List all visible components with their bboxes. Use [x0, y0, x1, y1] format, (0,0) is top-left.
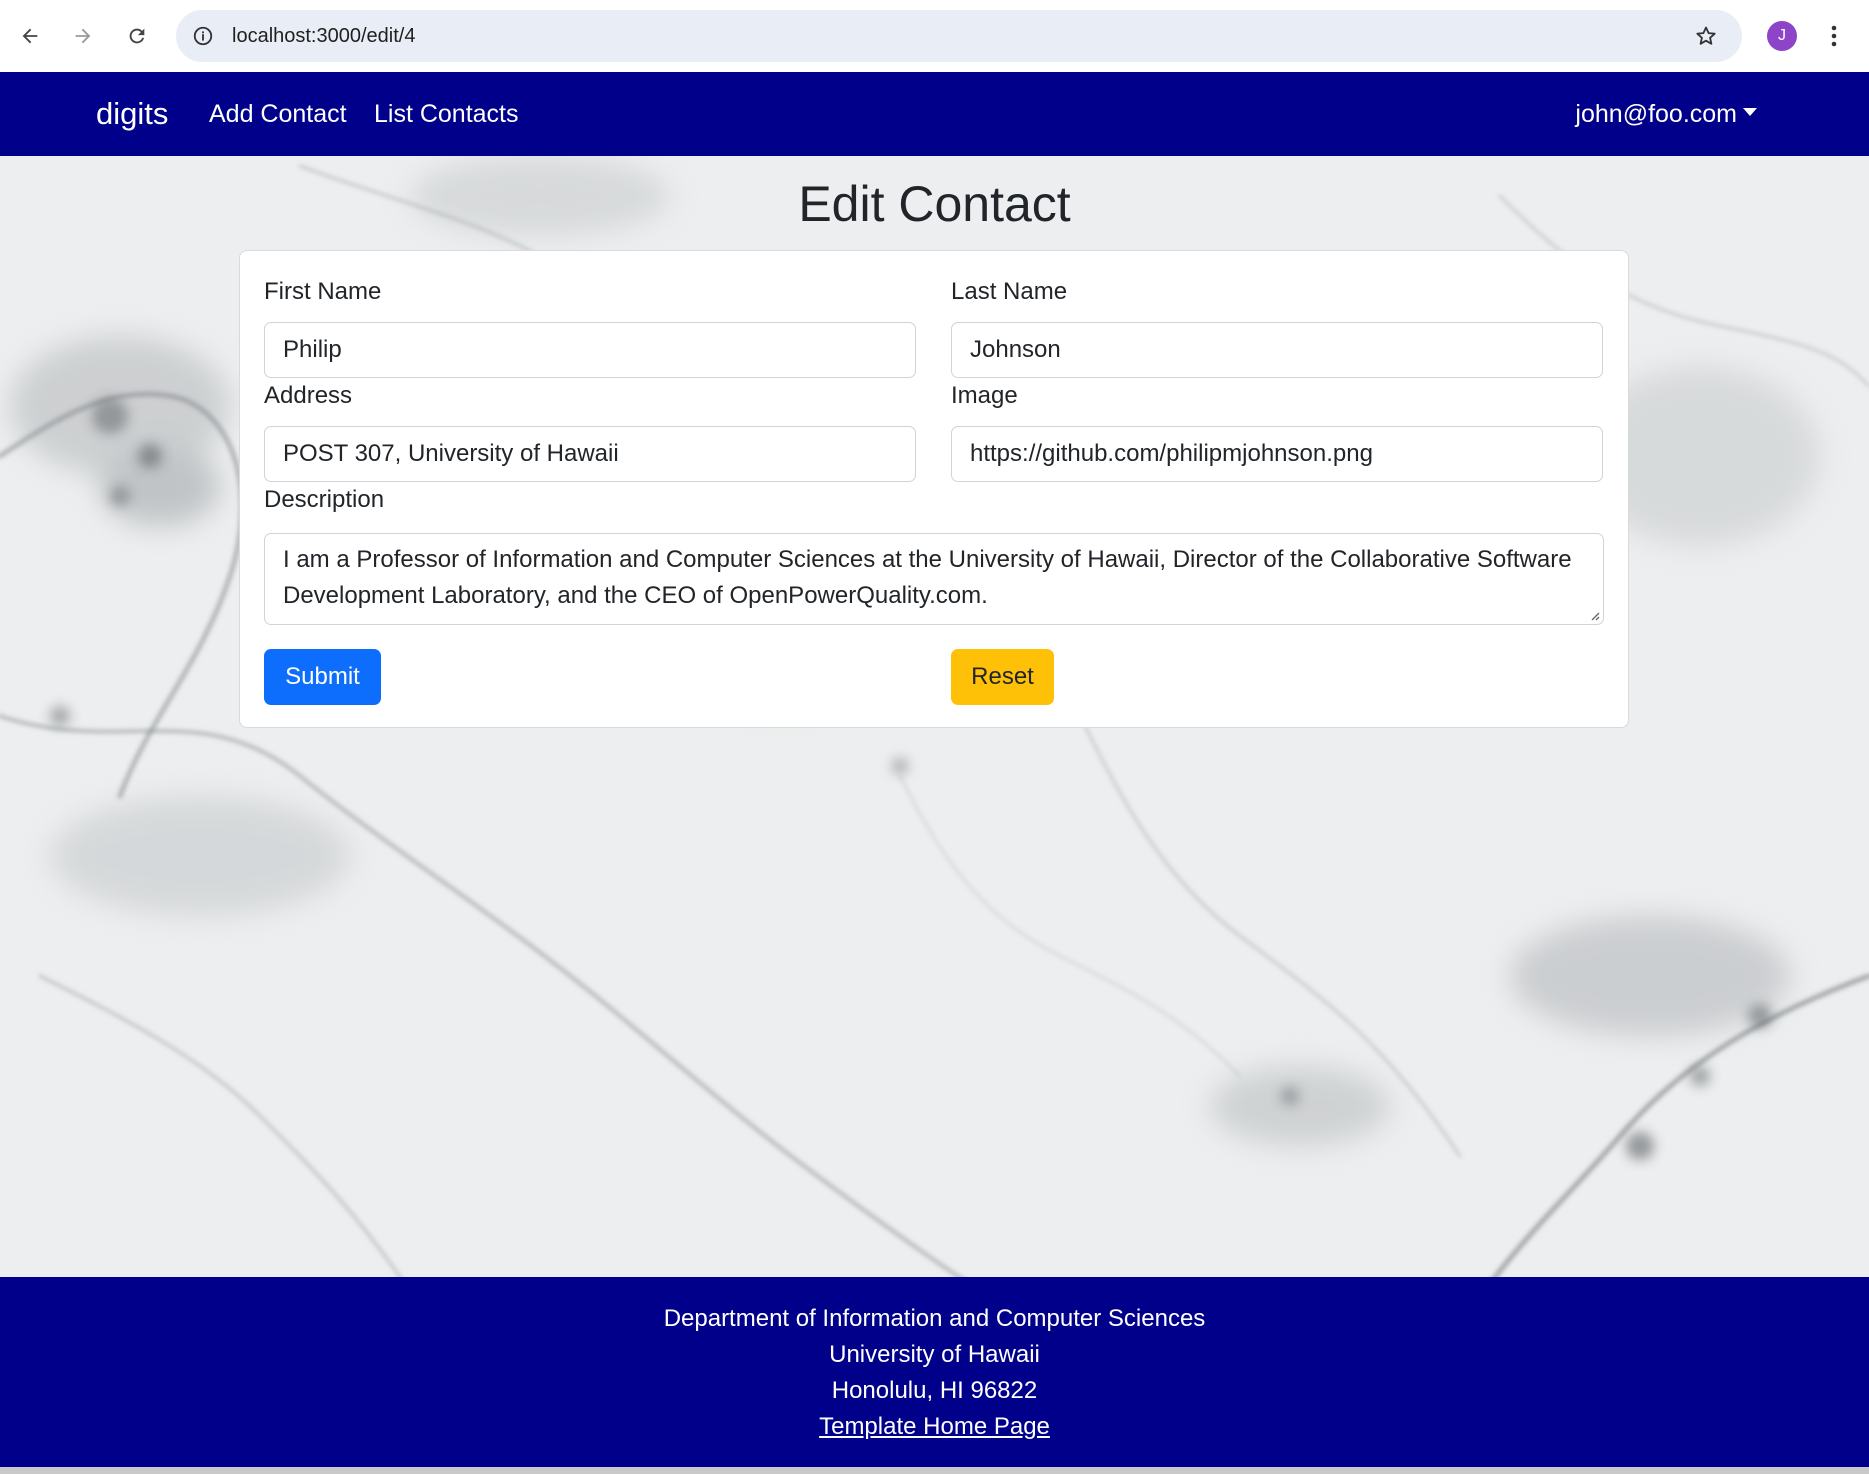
edit-contact-form: First Name Last Name Philip Johnson Addr… [239, 250, 1629, 728]
caret-down-icon [1743, 108, 1757, 117]
footer-university: University of Hawaii [829, 1341, 1040, 1368]
last-name-input[interactable]: Johnson [951, 322, 1603, 378]
description-text: I am a Professor of Information and Comp… [283, 546, 1572, 609]
address-label: Address [264, 382, 353, 409]
resize-grip-icon[interactable] [1588, 609, 1600, 621]
description-label: Description [264, 486, 385, 513]
footer-department: Department of Information and Computer S… [663, 1305, 1206, 1332]
profile-avatar[interactable]: J [1767, 21, 1797, 51]
page-title: Edit Contact [798, 176, 1071, 232]
reload-button[interactable] [119, 18, 155, 54]
arrow-right-icon [75, 28, 91, 44]
nav-link-add-contact[interactable]: Add Contact [209, 72, 347, 156]
browser-toolbar: localhost:3000/edit/4 J [0, 0, 1869, 72]
back-button[interactable] [12, 18, 48, 54]
footer: Department of Information and Computer S… [0, 1277, 1869, 1467]
first-name-label: First Name [264, 278, 382, 305]
user-email: john@foo.com [1575, 100, 1737, 128]
window-bottom-edge [0, 1467, 1869, 1474]
description-textarea[interactable]: I am a Professor of Information and Comp… [264, 533, 1604, 625]
submit-button[interactable]: Submit [264, 649, 381, 705]
template-home-link[interactable]: Template Home Page [819, 1409, 1050, 1445]
reload-icon [129, 28, 145, 44]
address-bar[interactable]: localhost:3000/edit/4 [176, 10, 1742, 62]
kebab-menu-icon[interactable] [1824, 20, 1844, 52]
star-icon[interactable] [1692, 22, 1720, 50]
image-input[interactable]: https://github.com/philipmjohnson.png [951, 426, 1603, 482]
forward-button[interactable] [65, 18, 101, 54]
page: digits Add Contact List Contacts john@fo… [0, 72, 1869, 1474]
image-label: Image [951, 382, 1018, 409]
last-name-label: Last Name [951, 278, 1068, 305]
nav-link-list-contacts[interactable]: List Contacts [374, 72, 519, 156]
reset-button[interactable]: Reset [951, 649, 1054, 705]
first-name-input[interactable]: Philip [264, 322, 916, 378]
footer-location: Honolulu, HI 96822 [831, 1377, 1038, 1404]
arrow-left-icon [22, 28, 38, 44]
user-dropdown[interactable]: john@foo.com [1575, 72, 1757, 156]
top-navbar: digits Add Contact List Contacts john@fo… [0, 72, 1869, 156]
brand-link[interactable]: digits [96, 72, 168, 156]
address-input[interactable]: POST 307, University of Hawaii [264, 426, 916, 482]
url-text[interactable]: localhost:3000/edit/4 [232, 10, 415, 62]
info-icon[interactable] [190, 23, 216, 49]
